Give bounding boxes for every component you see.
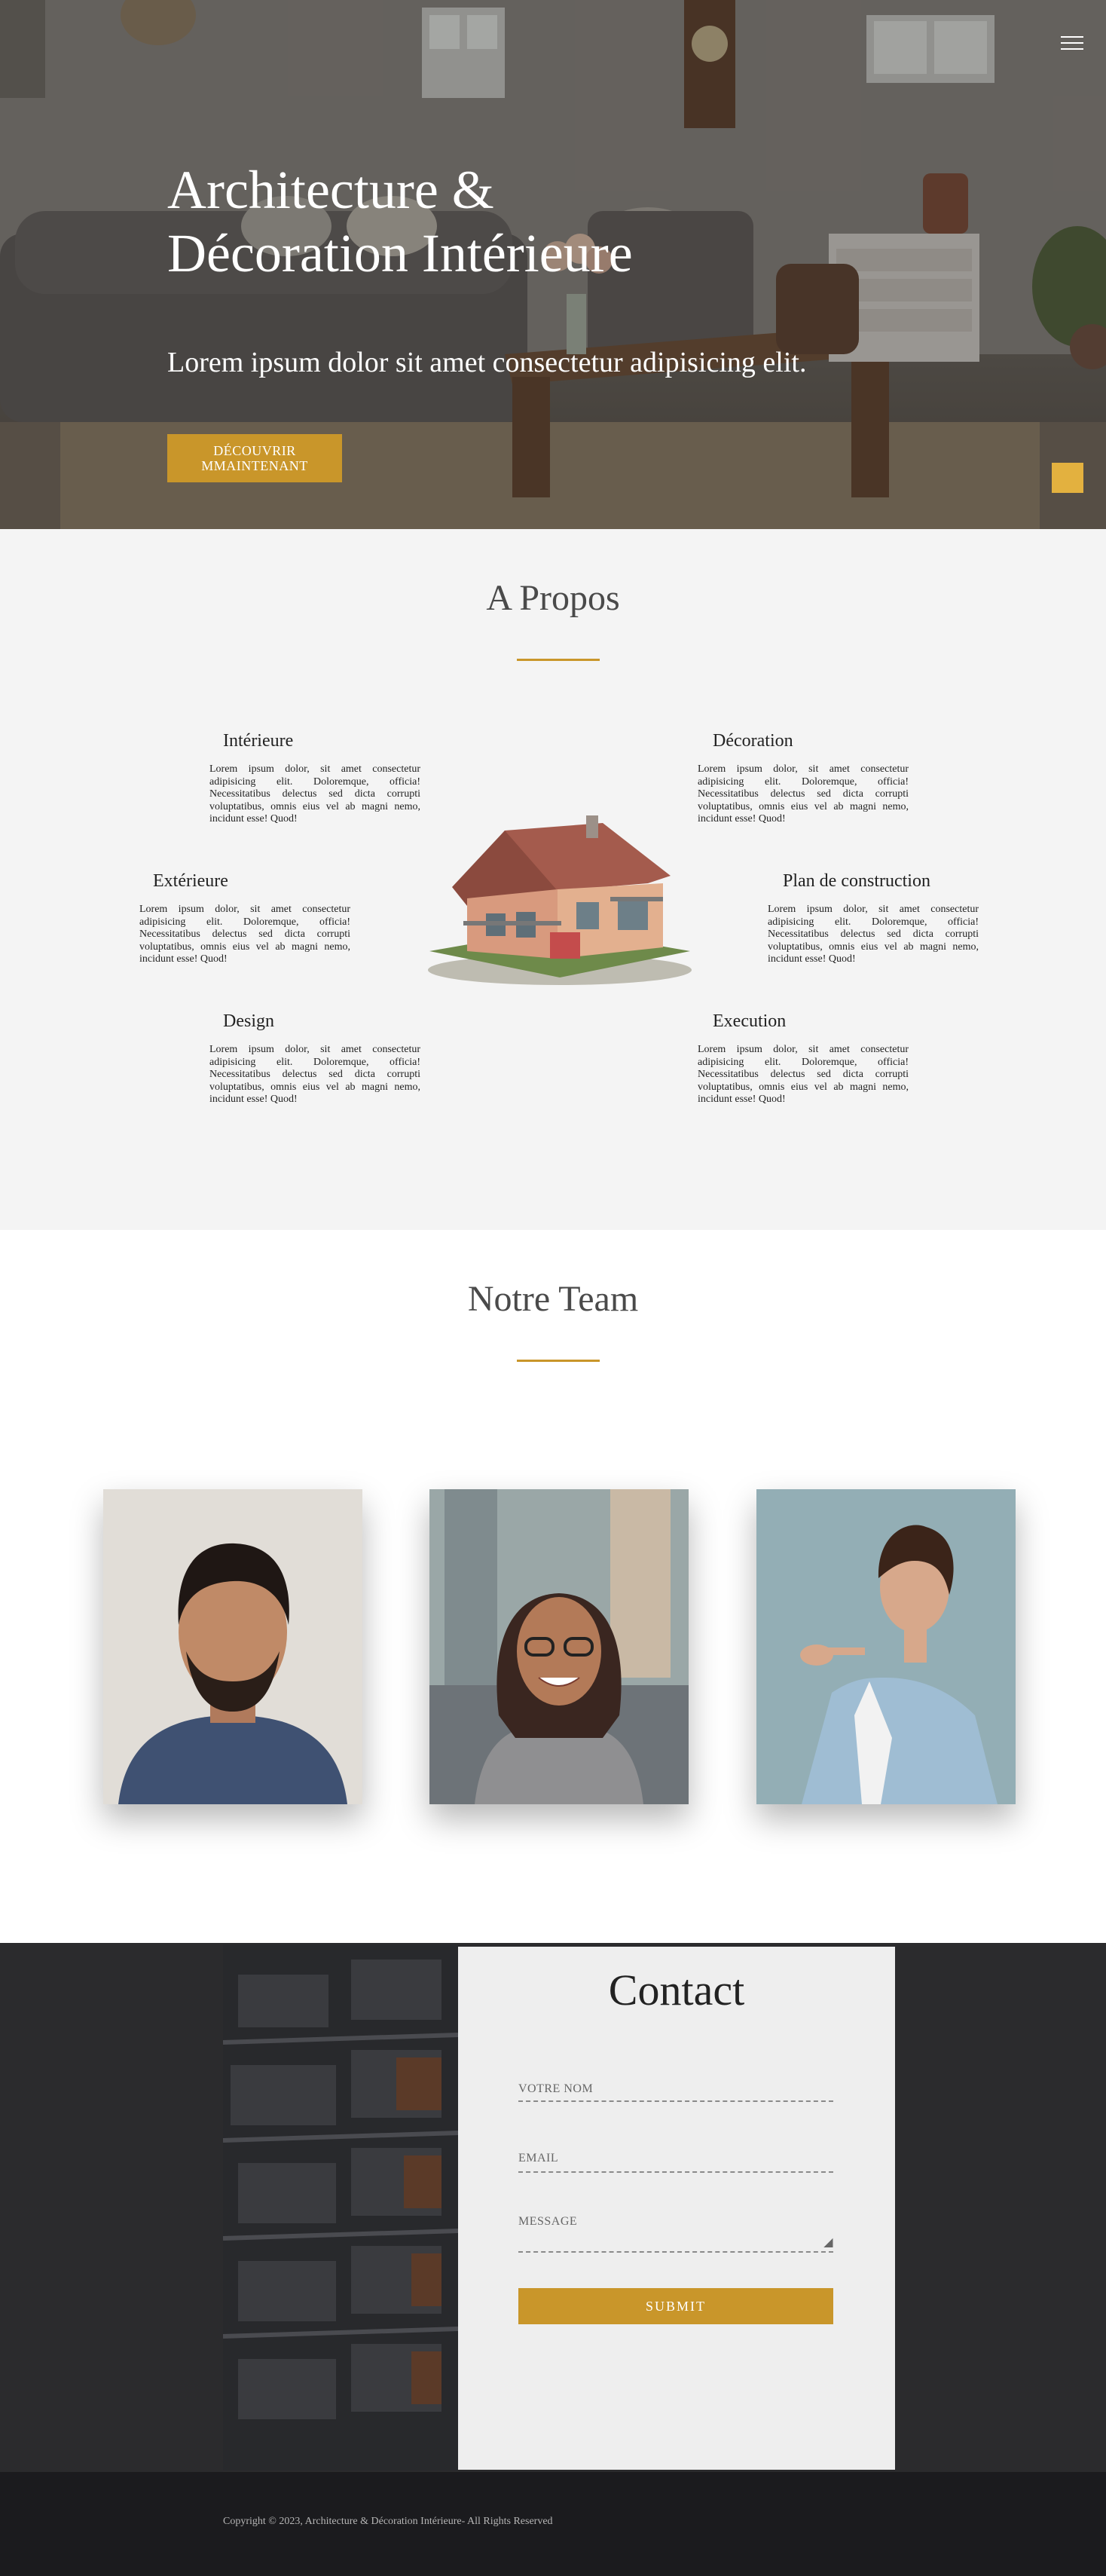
- feature-text: Lorem ipsum dolor, sit amet consectetur …: [698, 763, 909, 825]
- feature-exterieure: Extérieure Lorem ipsum dolor, sit amet c…: [139, 871, 350, 966]
- feature-text: Lorem ipsum dolor, sit amet consectetur …: [209, 1044, 420, 1105]
- house-illustration: [428, 815, 692, 985]
- feature-title: Design: [223, 1011, 274, 1031]
- submit-button[interactable]: SUBMIT: [518, 2288, 833, 2324]
- team-title: Notre Team: [467, 1279, 639, 1319]
- email-field-placeholder: EMAIL: [518, 2152, 559, 2165]
- feature-text: Lorem ipsum dolor, sit amet consectetur …: [209, 763, 420, 825]
- team-member-photo: [756, 1489, 1016, 1804]
- contact-form: Contact VOTRE NOM EMAIL MESSAGE ◢ SUBMIT: [458, 1947, 895, 2470]
- hero-subtitle: Lorem ipsum dolor sit amet consectetur a…: [167, 347, 807, 378]
- scroll-top-square[interactable]: [1052, 463, 1083, 493]
- discover-button[interactable]: DÉCOUVRIR MMAINTENANT: [167, 434, 342, 482]
- feature-text: Lorem ipsum dolor, sit amet consectetur …: [698, 1044, 909, 1105]
- team-section: Notre Team: [0, 1230, 1106, 1943]
- feature-title: Décoration: [713, 731, 793, 751]
- contact-title: Contact: [608, 1966, 745, 2015]
- feature-text: Lorem ipsum dolor, sit amet consectetur …: [139, 904, 350, 965]
- message-field-placeholder: MESSAGE: [518, 2215, 578, 2228]
- team-member-card-2[interactable]: [429, 1489, 689, 1804]
- about-section: A Propos Intérieure Lorem ipsum dolor, s…: [0, 529, 1106, 1230]
- team-title-rule: [517, 1360, 600, 1362]
- feature-decoration: Décoration Lorem ipsum dolor, sit amet c…: [698, 731, 909, 826]
- team-member-photo: [103, 1489, 362, 1804]
- feature-title: Intérieure: [223, 731, 294, 751]
- email-field[interactable]: EMAIL: [518, 2152, 833, 2173]
- name-field[interactable]: VOTRE NOM: [518, 2082, 833, 2102]
- feature-execution: Execution Lorem ipsum dolor, sit amet co…: [698, 1011, 909, 1106]
- hero-section: Architecture & Décoration Intérieure Lor…: [0, 0, 1106, 529]
- hamburger-menu-icon[interactable]: [1061, 36, 1083, 53]
- contact-building-photo: [223, 1944, 458, 2470]
- team-member-photo: [429, 1489, 689, 1804]
- feature-plan-construction: Plan de construction Lorem ipsum dolor, …: [768, 871, 979, 966]
- message-field[interactable]: MESSAGE ◢: [518, 2215, 833, 2253]
- about-title-rule: [517, 659, 600, 661]
- feature-title: Extérieure: [153, 871, 228, 891]
- feature-title: Execution: [713, 1011, 787, 1031]
- feature-design: Design Lorem ipsum dolor, sit amet conse…: [209, 1011, 420, 1106]
- name-field-placeholder: VOTRE NOM: [518, 2082, 594, 2095]
- team-member-card-1[interactable]: [103, 1489, 362, 1804]
- textarea-resize-icon[interactable]: ◢: [823, 2235, 833, 2250]
- footer: Copyright © 2023, Architecture & Décorat…: [0, 2472, 1106, 2576]
- feature-interieure: Intérieure Lorem ipsum dolor, sit amet c…: [209, 731, 420, 826]
- feature-text: Lorem ipsum dolor, sit amet consectetur …: [768, 904, 979, 965]
- hero-title: Architecture & Décoration Intérieure: [167, 160, 633, 283]
- footer-copyright: Copyright © 2023, Architecture & Décorat…: [223, 2516, 553, 2527]
- feature-title: Plan de construction: [783, 871, 930, 891]
- about-title: A Propos: [486, 578, 620, 618]
- team-member-card-3[interactable]: [756, 1489, 1016, 1804]
